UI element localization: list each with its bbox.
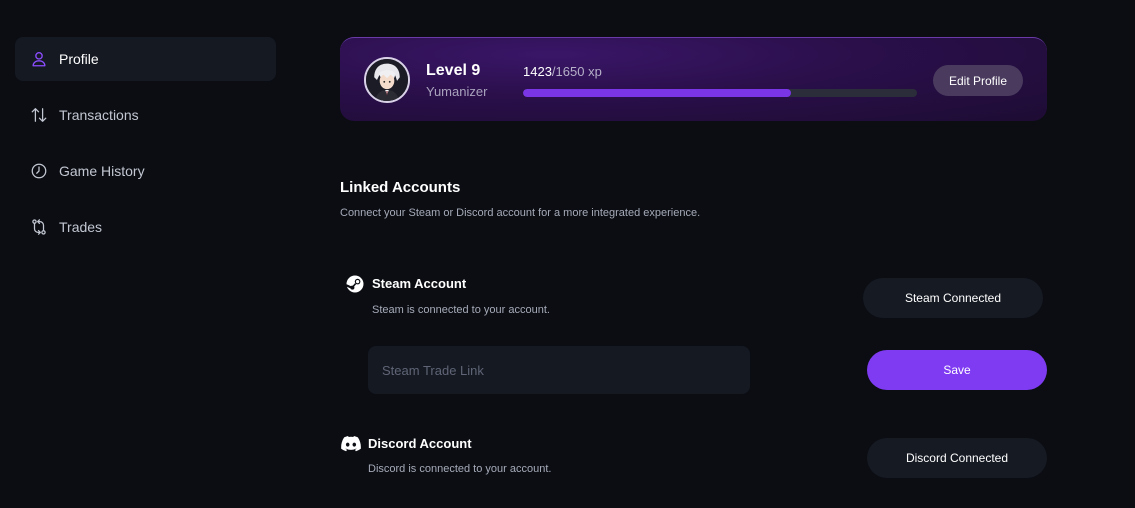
steam-connected-button[interactable]: Steam Connected [863, 278, 1043, 318]
trade-swap-icon [29, 217, 49, 237]
avatar[interactable] [364, 57, 410, 103]
page: Profile Transactions Game History Trades… [0, 0, 1135, 508]
edit-profile-button[interactable]: Edit Profile [933, 65, 1023, 96]
xp-block: 1423/1650 xp [523, 64, 917, 97]
steam-icon [345, 274, 365, 294]
steam-trade-link-input[interactable] [368, 346, 750, 394]
sidebar-item-label: Trades [59, 219, 103, 235]
sidebar-item-trades[interactable]: Trades [15, 205, 276, 249]
discord-account-status: Discord is connected to your account. [368, 463, 552, 475]
sidebar-item-label: Transactions [59, 107, 139, 123]
clock-icon [29, 161, 49, 181]
sidebar: Profile Transactions Game History Trades [15, 37, 276, 261]
xp-progress-fill [523, 89, 791, 97]
steam-account-title: Steam Account [372, 276, 467, 291]
user-icon [29, 49, 49, 69]
xp-progress-bar [523, 89, 917, 97]
xp-readout: 1423/1650 xp [523, 64, 917, 79]
linked-accounts-subtitle: Connect your Steam or Discord account fo… [340, 207, 701, 219]
xp-current: 1423 [523, 64, 552, 79]
arrows-up-down-icon [29, 105, 49, 125]
level-label: Level 9 [426, 62, 481, 79]
avatar-image [366, 59, 408, 101]
save-button[interactable]: Save [867, 350, 1047, 390]
sidebar-item-profile[interactable]: Profile [15, 37, 276, 81]
sidebar-item-game-history[interactable]: Game History [15, 149, 276, 193]
linked-accounts-title: Linked Accounts [340, 179, 461, 196]
profile-card: Level 9 Yumanizer 1423/1650 xp Edit Prof… [340, 37, 1047, 121]
xp-max: /1650 xp [551, 64, 602, 79]
discord-connected-button[interactable]: Discord Connected [867, 438, 1047, 478]
username: Yumanizer [426, 84, 488, 99]
sidebar-item-label: Profile [59, 51, 99, 67]
sidebar-item-transactions[interactable]: Transactions [15, 93, 276, 137]
level-block: Level 9 Yumanizer [426, 62, 487, 99]
steam-account-status: Steam is connected to your account. [372, 304, 550, 316]
sidebar-item-label: Game History [59, 163, 145, 179]
discord-icon [341, 435, 361, 453]
discord-account-title: Discord Account [368, 436, 472, 451]
